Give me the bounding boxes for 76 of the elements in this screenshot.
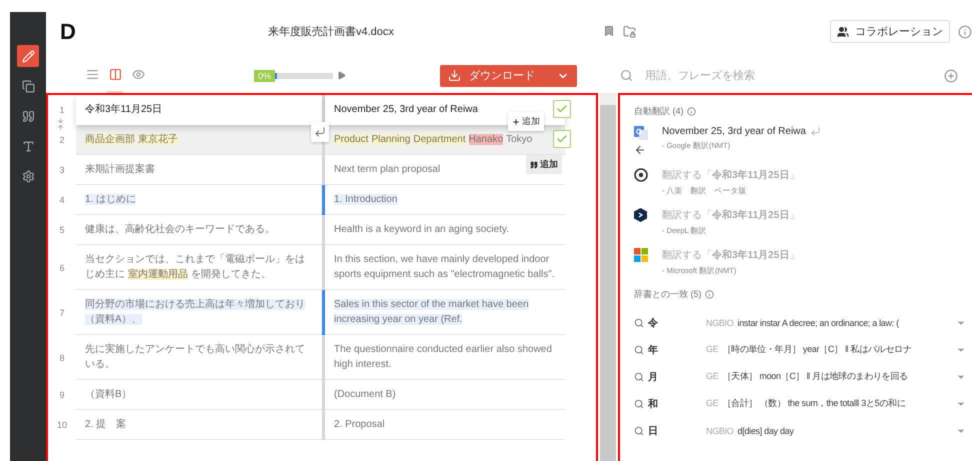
columns-icon (108, 68, 122, 81)
add-icon[interactable] (944, 68, 958, 82)
check-icon (556, 133, 568, 145)
line-number: 9 (59, 390, 64, 400)
quote-icon (22, 110, 34, 122)
pencil-icon (22, 50, 34, 62)
lines-icon (86, 68, 98, 81)
play-icon[interactable] (337, 71, 346, 80)
confirmed-checkbox[interactable] (553, 130, 571, 148)
add-term-button[interactable]: 追加 (508, 112, 544, 131)
dictionary-term: 月 (648, 370, 659, 384)
users-icon (837, 26, 849, 38)
edit-tool-button[interactable] (17, 45, 39, 67)
info-icon[interactable] (958, 24, 972, 38)
arrow-left-icon[interactable] (634, 144, 646, 156)
translation-suggestion[interactable]: November 25, 3rd year of Reiwa (662, 126, 806, 137)
search-icon[interactable] (634, 398, 644, 408)
move-arrows-icon[interactable] (57, 117, 64, 131)
quote-icon (530, 160, 538, 168)
search-icon (620, 69, 633, 82)
line-number: 10 (56, 420, 67, 430)
search-icon[interactable] (634, 426, 644, 436)
plus-icon (512, 118, 520, 126)
line-number: 5 (59, 225, 64, 235)
dictionary-term: 年 (648, 344, 659, 356)
line-number: 7 (59, 308, 64, 318)
section-heading: 辞書との一致 (5) (634, 288, 702, 301)
bookmark-icon[interactable] (603, 25, 615, 37)
translation-suggestion[interactable]: 翻訳する「令和3年11月25日」 (662, 248, 800, 262)
gear-icon (22, 170, 34, 182)
translation-suggestion[interactable]: 翻訳する「令和3年11月25日」 (662, 208, 800, 222)
line-number: 3 (59, 165, 64, 175)
source-cell[interactable]: 令和3年11月25日 (76, 95, 322, 125)
info-icon[interactable] (704, 290, 714, 299)
confirmed-checkbox[interactable] (553, 100, 571, 118)
dictionary-definition: GE ［天体］ moon［C］ ‖ 月は地球のまわりを回る (706, 370, 909, 383)
app-logo: D (60, 18, 77, 44)
section-heading: 自動翻訳 (4) (634, 105, 684, 118)
info-icon[interactable] (686, 107, 696, 116)
dictionary-term: 和 (648, 398, 659, 410)
download-icon (448, 69, 461, 82)
line-number: 4 (59, 195, 64, 205)
file-name: 来年度販売計画書v4.docx (268, 24, 395, 39)
source-cell[interactable]: 商品企画部 東京花子 (76, 125, 322, 155)
line-number: 1 (59, 105, 64, 115)
text-icon (22, 140, 34, 152)
return-icon[interactable] (810, 126, 821, 137)
four-squares-logo-icon (634, 248, 648, 262)
translate-logo-icon (634, 126, 648, 140)
target-cell[interactable]: Product Planning Department Hanako Tokyo (325, 125, 565, 155)
dictionary-term: 日 (648, 424, 659, 438)
dictionary-term: 令 (648, 316, 659, 330)
scrollbar[interactable] (600, 93, 616, 461)
dictionary-definition: NGBIO d[dies] day day (706, 426, 795, 436)
line-number: 6 (59, 262, 64, 272)
disc-logo-icon (634, 168, 648, 182)
line-number: 8 (59, 352, 64, 362)
hexagon-logo-icon (634, 208, 647, 222)
translation-suggestion[interactable]: 翻訳する「令和3年11月25日」 (662, 168, 800, 182)
dictionary-definition: GE ［時の単位・年月］ year［C］ ‖ 私はバルセロナ (706, 343, 913, 356)
search-icon[interactable] (634, 318, 644, 328)
eye-icon (132, 68, 144, 81)
dictionary-definition: NGBIO instar instar A decree; an ordinance; a law: ( (706, 318, 900, 328)
line-number: 2 (59, 135, 64, 145)
collaboration-button[interactable]: コラボレーション (830, 20, 950, 43)
search-icon[interactable] (634, 372, 644, 382)
search-field[interactable]: 用語、フレーズを検索 (643, 68, 934, 82)
add-quote-button[interactable]: 追加 (526, 155, 562, 174)
copy-icon (22, 80, 34, 92)
search-icon[interactable] (634, 344, 644, 354)
download-button[interactable]: ダウンロード (440, 64, 577, 86)
check-icon (556, 103, 568, 115)
folder-lock-icon[interactable] (623, 25, 636, 38)
return-icon[interactable] (311, 122, 329, 142)
progress-label: 0% (254, 70, 276, 82)
dictionary-definition: GE ［合計］ （数） the sum，the total‖ 3と5の和に (706, 397, 906, 410)
